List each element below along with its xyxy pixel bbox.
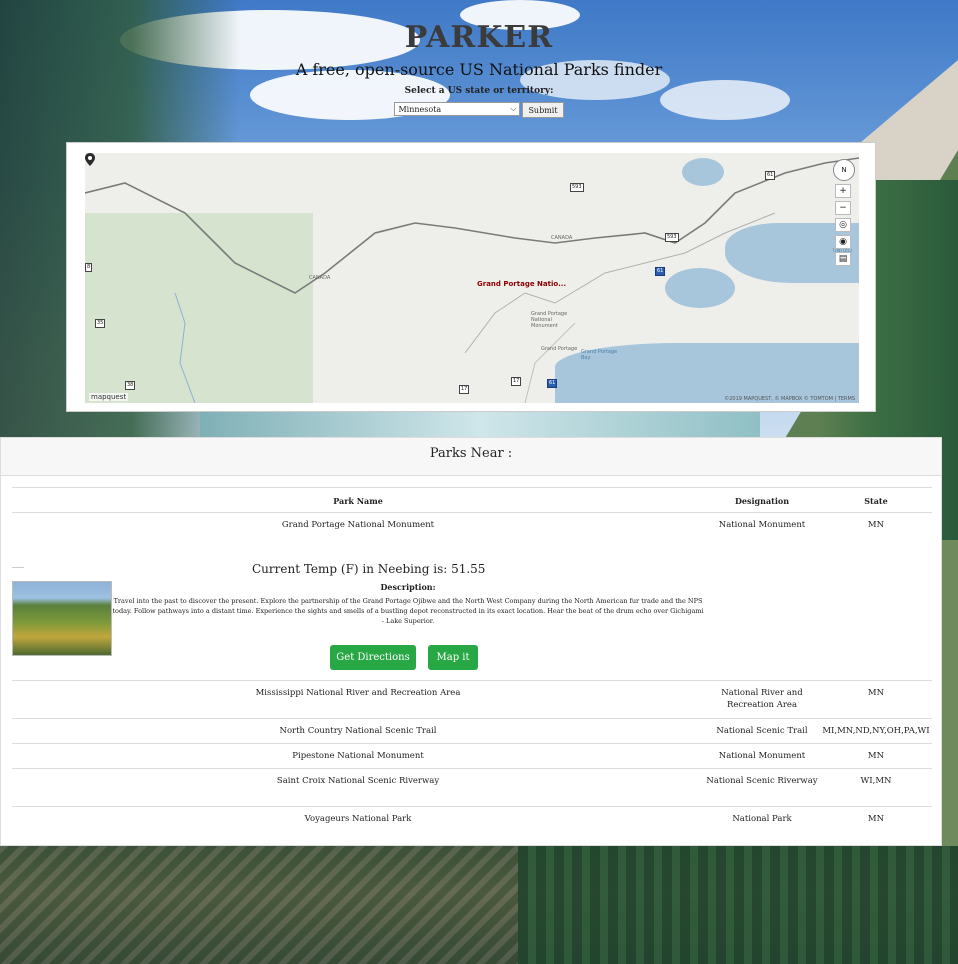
road-shield: 38 — [125, 381, 136, 390]
park-name: Voyageurs National Park — [304, 814, 412, 824]
state-form: Minnesota ⌵ Submit — [0, 102, 958, 118]
state-select[interactable]: Minnesota ⌵ — [394, 102, 521, 116]
map-controls: N + − ◎ ◉ ▤ — [833, 159, 855, 266]
table-header-row: Park Name Designation State — [12, 487, 932, 512]
map[interactable]: Grand Portage Natio... CANADA CANADA Gra… — [85, 153, 859, 403]
map-it-button[interactable]: Map it — [428, 645, 478, 670]
rocky-slope — [0, 846, 520, 964]
park-name: Mississippi National River and Recreatio… — [255, 688, 461, 698]
park-state: MN — [867, 814, 885, 824]
divider — [12, 567, 24, 568]
mapquest-logo: mapquest — [89, 393, 129, 401]
compass-icon[interactable]: N — [833, 159, 855, 181]
column-header-name: Park Name — [333, 496, 383, 506]
park-name: Saint Croix National Scenic Riverway — [276, 776, 440, 786]
table-row[interactable]: Pipestone National Monument National Mon… — [12, 743, 932, 768]
table-row[interactable]: North Country National Scenic Trail Nati… — [12, 718, 932, 743]
table-row[interactable]: Mississippi National River and Recreatio… — [12, 680, 932, 718]
park-designation: National Monument — [718, 751, 806, 761]
map-label-canada: CANADA — [309, 275, 331, 281]
zoom-in-button[interactable]: + — [835, 184, 851, 198]
road-shield: 61 — [655, 267, 666, 276]
park-thumbnail — [12, 581, 112, 656]
get-directions-button[interactable]: Get Directions — [330, 645, 416, 670]
map-label-grand-portage: Grand Portage — [541, 346, 578, 352]
road-shield: 593 — [665, 233, 679, 242]
print-icon[interactable]: ▤ — [835, 252, 851, 266]
site-title: PARKER — [404, 20, 554, 55]
map-label-gp-monument: Grand Portage National Monument — [531, 311, 568, 329]
road-shield: 8 — [85, 263, 93, 272]
table-row[interactable]: Saint Croix National Scenic Riverway Nat… — [12, 768, 932, 806]
park-state: MN — [867, 751, 885, 761]
description-title: Description: — [380, 582, 436, 592]
table-row[interactable]: Voyageurs National Park National Park MN — [12, 806, 932, 831]
map-marker-label: Grand Portage Natio... — [477, 280, 567, 288]
road-shield: 593 — [570, 183, 584, 192]
road-shield: 61 — [547, 379, 558, 388]
parks-card: Parks Near : Park Name Designation State… — [0, 437, 942, 846]
parks-table: Park Name Designation State Grand Portag… — [12, 487, 932, 831]
park-designation: National River and Recreation Area — [721, 688, 803, 710]
map-label-canada: CANADA — [551, 235, 573, 241]
park-name: Grand Portage National Monument — [281, 520, 435, 530]
park-designation: National Park — [732, 814, 792, 824]
map-card: Grand Portage Natio... CANADA CANADA Gra… — [66, 142, 876, 412]
road-shield: 61 — [765, 171, 776, 180]
park-designation: National Scenic Trail — [716, 726, 808, 736]
column-header-state: State — [864, 496, 888, 506]
parks-heading: Parks Near : — [1, 438, 941, 476]
tree-line — [518, 846, 958, 964]
zoom-out-button[interactable]: − — [835, 201, 851, 215]
map-attribution[interactable]: ©2019 MAPQUEST, © MAPBOX © TOMTOM | TERM… — [724, 396, 855, 402]
layers-icon[interactable]: ◉ — [835, 235, 851, 249]
park-description: Travel into the past to discover the pre… — [112, 597, 704, 625]
park-designation: National Monument — [718, 520, 806, 530]
site-tagline: A free, open-source US National Parks fi… — [295, 60, 663, 79]
road-shield: 35 — [95, 319, 106, 328]
park-designation: National Scenic Riverway — [706, 776, 818, 786]
locate-icon[interactable]: ◎ — [835, 218, 851, 232]
current-temp: Current Temp (F) in Neebing is: 51.55 — [252, 562, 486, 576]
state-select-value: Minnesota — [398, 104, 442, 114]
park-name: North Country National Scenic Trail — [279, 726, 437, 736]
park-name: Pipestone National Monument — [292, 751, 424, 761]
park-state: MN — [867, 520, 885, 530]
map-lines — [85, 157, 859, 403]
column-header-designation: Designation — [734, 496, 790, 506]
road-shield: 17 — [459, 385, 470, 394]
state-select-label: Select a US state or territory: — [404, 86, 554, 96]
submit-button[interactable]: Submit — [522, 102, 564, 118]
table-row[interactable]: Grand Portage National Monument National… — [12, 512, 932, 538]
chevron-down-icon: ⌵ — [510, 104, 517, 113]
map-label-gp-bay: Grand Portage Bay — [581, 349, 618, 361]
road-shield: 17 — [511, 377, 522, 386]
park-state: MN — [867, 688, 885, 698]
park-state: WI,MN — [860, 776, 892, 786]
park-state: MI,MN,ND,NY,OH,PA,WI — [822, 726, 930, 736]
park-detail: Current Temp (F) in Neebing is: 51.55 De… — [12, 538, 932, 680]
site-header: PARKER A free, open-source US National P… — [0, 20, 958, 118]
map-marker-icon[interactable] — [85, 153, 95, 166]
